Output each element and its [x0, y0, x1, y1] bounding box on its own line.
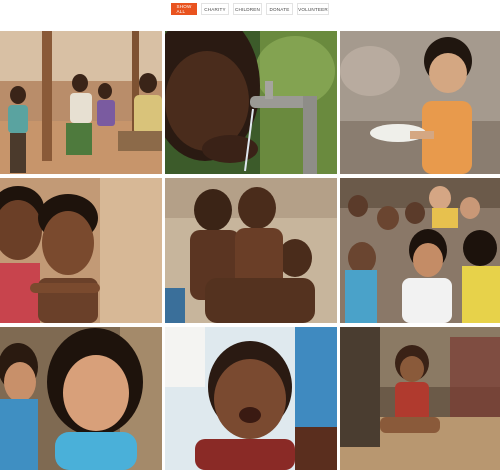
- photo-crowd-of-children[interactable]: [340, 178, 500, 323]
- filter-children-button[interactable]: CHILDREN: [233, 3, 262, 15]
- photo-crying-child[interactable]: [165, 327, 337, 470]
- photo-children-village[interactable]: [0, 31, 162, 174]
- photo-little-girl-portrait[interactable]: [0, 327, 162, 470]
- photo-boy-holding-bowl[interactable]: [340, 31, 500, 174]
- filter-charity-button[interactable]: CHARITY: [201, 3, 229, 15]
- filter-bar: SHOW ALL CHARITY CHILDREN DONATE VOLUNTE…: [0, 3, 500, 15]
- photo-group-of-boys[interactable]: [165, 178, 337, 323]
- filter-show-all-button[interactable]: SHOW ALL: [171, 3, 197, 15]
- photo-girl-sitting-ground[interactable]: [340, 327, 500, 470]
- filter-donate-button[interactable]: DONATE: [266, 3, 293, 15]
- filter-volunteer-button[interactable]: VOLUNTEER: [297, 3, 329, 15]
- photo-girl-drinking-tap[interactable]: [165, 31, 337, 174]
- photo-gallery: [0, 31, 500, 470]
- photo-two-children-hugging[interactable]: [0, 178, 162, 323]
